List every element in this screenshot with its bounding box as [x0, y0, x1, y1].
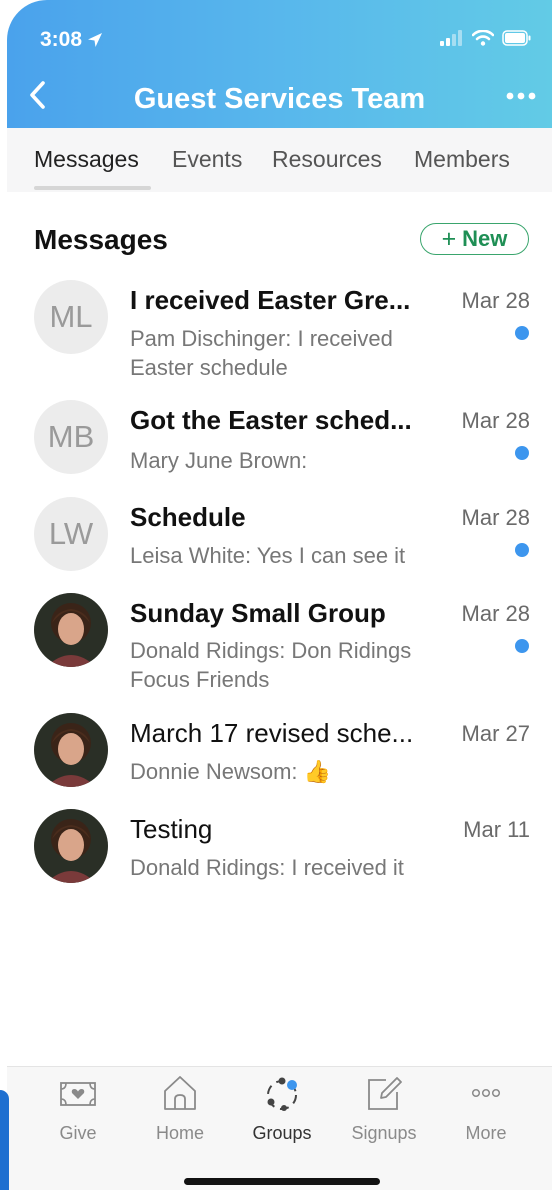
message-item[interactable]: Testing Mar 11 Donald Ridings: I receive…: [7, 809, 552, 889]
message-preview: Donald Ridings: Don Ridings Focus Friend…: [130, 638, 412, 692]
tab-members[interactable]: Members: [414, 146, 510, 173]
wifi-icon: [472, 30, 494, 46]
page-title: Guest Services Team: [133, 83, 426, 115]
plus-icon: +: [441, 224, 457, 253]
give-icon: [60, 1082, 96, 1106]
message-preview: Donald Ridings: I received it: [130, 855, 404, 880]
unread-dot: [515, 543, 529, 557]
tabbar-more[interactable]: More: [441, 1073, 531, 1144]
new-button-label: New: [462, 226, 508, 251]
message-date: Mar 28: [461, 601, 530, 626]
message-date: Mar 28: [461, 505, 530, 530]
group-tabs: Messages Events Resources Members: [7, 128, 552, 192]
more-icon: [471, 1088, 501, 1098]
signups-icon: [368, 1077, 402, 1110]
message-date: Mar 27: [461, 721, 530, 746]
unread-dot: [515, 446, 529, 460]
message-item[interactable]: Sunday Small Group Mar 28 Donald Ridings…: [7, 593, 552, 693]
section-title: Messages: [34, 224, 168, 255]
avatar-photo: [34, 593, 108, 667]
new-message-button[interactable]: + New: [420, 223, 529, 255]
message-title: Sunday Small Group: [130, 598, 386, 628]
more-options-button[interactable]: [504, 82, 538, 110]
avatar: ML: [34, 280, 108, 354]
tabbar-label: Signups: [351, 1123, 417, 1143]
status-time-text: 3:08: [40, 28, 83, 51]
background-edge: [0, 1090, 9, 1190]
bottom-tab-bar: Give Home Groups Signups More: [7, 1066, 552, 1190]
avatar-photo: [34, 809, 108, 883]
tabbar-signups[interactable]: Signups: [339, 1073, 429, 1144]
avatar: MB: [34, 400, 108, 474]
avatar: LW: [34, 497, 108, 571]
app-screen: 3:08 Guest Services Team Messages Events…: [7, 0, 552, 1190]
active-tab-indicator: [34, 186, 151, 190]
tab-events[interactable]: Events: [172, 146, 242, 173]
tab-resources[interactable]: Resources: [272, 146, 382, 173]
avatar-photo: [34, 713, 108, 787]
unread-dot: [515, 639, 529, 653]
person-photo-icon: [34, 713, 108, 787]
tab-messages[interactable]: Messages: [34, 146, 139, 173]
message-title: Testing: [130, 814, 213, 844]
message-date: Mar 28: [461, 408, 530, 433]
message-item[interactable]: March 17 revised sche... Mar 27 Donnie N…: [7, 713, 552, 793]
unread-dot: [515, 326, 529, 340]
message-date: Mar 11: [463, 817, 530, 842]
tabbar-label: More: [465, 1123, 507, 1143]
message-item[interactable]: LW Schedule Mar 28 Leisa White: Yes I ca…: [7, 497, 552, 577]
message-title: Schedule: [130, 502, 246, 532]
tabbar-give[interactable]: Give: [33, 1073, 123, 1144]
message-date: Mar 28: [461, 288, 530, 313]
header-bar: 3:08 Guest Services Team: [7, 0, 552, 128]
message-item[interactable]: MB Got the Easter sched... Mar 28 Mary J…: [7, 400, 552, 480]
location-arrow-icon: [88, 33, 103, 47]
status-time: 3:08: [40, 28, 104, 52]
cellular-signal-icon: [440, 30, 462, 46]
message-preview: Leisa White: Yes I can see it: [130, 543, 406, 568]
message-preview: Donnie Newsom: 👍: [130, 759, 332, 784]
message-title: March 17 revised sche...: [130, 718, 414, 748]
tabbar-groups[interactable]: Groups: [237, 1073, 327, 1144]
message-item[interactable]: ML I received Easter Gre... Mar 28 Pam D…: [7, 280, 552, 380]
person-photo-icon: [34, 809, 108, 883]
tabbar-label: Home: [155, 1123, 204, 1143]
home-indicator: [184, 1178, 380, 1185]
ellipsis-icon: [506, 92, 536, 100]
status-icons: [440, 30, 532, 46]
message-preview: Mary June Brown:: [130, 448, 308, 473]
tabbar-home[interactable]: Home: [135, 1073, 225, 1144]
home-icon: [164, 1076, 196, 1110]
message-title: I received Easter Gre...: [130, 285, 411, 315]
groups-icon: [267, 1077, 297, 1111]
tabbar-label: Give: [59, 1123, 97, 1143]
message-title: Got the Easter sched...: [130, 405, 412, 435]
message-preview: Pam Dischinger: I received Easter schedu…: [130, 326, 393, 380]
tabbar-label: Groups: [252, 1123, 312, 1143]
person-photo-icon: [34, 593, 108, 667]
battery-icon: [502, 30, 531, 46]
